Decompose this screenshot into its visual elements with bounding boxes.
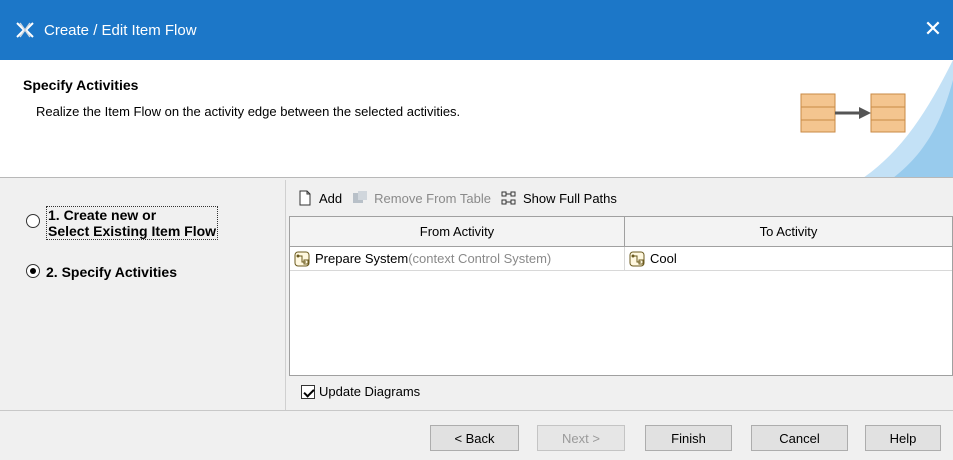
step-label-1: 1. Create new or Select Existing Item Fl… [46,206,219,240]
steps-panel: 1. Create new or Select Existing Item Fl… [0,180,286,410]
from-activity-context: (context Control System) [408,251,552,266]
title-bar: Create / Edit Item Flow ✕ [0,0,953,60]
help-button[interactable]: Help [865,425,941,451]
cancel-button[interactable]: Cancel [751,425,848,451]
activity-flow-icon [800,60,953,177]
remove-row-icon [353,191,368,203]
step-label-1-line2: Select Existing Item Flow [48,223,217,239]
wizard-header: Specify Activities Realize the Item Flow… [0,60,953,178]
step-radio-1[interactable] [26,214,40,228]
new-document-icon [299,190,311,206]
step-label-1-line1: 1. Create new or [48,207,157,223]
to-activity-name: Cool [649,251,677,266]
remove-label: Remove From Table [374,190,491,206]
tree-paths-icon [501,191,516,205]
table-header: From Activity To Activity [290,217,952,247]
content-panel: Add Remove From Table Show Full Paths Fr… [287,180,953,410]
remove-from-table-button[interactable]: Remove From Table [352,190,491,206]
page-title: Specify Activities [23,77,139,93]
update-diagrams-checkbox[interactable] [301,384,315,399]
close-button[interactable]: ✕ [913,14,953,44]
button-bar: < Back Next > Finish Cancel Help [0,410,953,460]
update-diagrams-label: Update Diagrams [319,384,421,399]
table-toolbar: Add Remove From Table Show Full Paths [287,186,617,210]
update-diagrams-option[interactable]: Update Diagrams [301,384,420,399]
step-create-item-flow[interactable]: 1. Create new or Select Existing Item Fl… [26,206,219,240]
from-activity-cell[interactable]: Prepare System (context Control System) [290,247,625,270]
column-header-from[interactable]: From Activity [290,217,625,246]
table-row[interactable]: Prepare System (context Control System) … [290,247,952,271]
page-description: Realize the Item Flow on the activity ed… [36,104,461,119]
back-button[interactable]: < Back [430,425,519,451]
finish-button[interactable]: Finish [645,425,732,451]
step-radio-2[interactable] [26,264,40,278]
magicdraw-icon [16,22,34,38]
from-activity-name: Prepare System [315,251,409,266]
activity-icon [294,251,310,266]
step-specify-activities[interactable]: 2. Specify Activities [26,264,177,280]
add-label: Add [319,190,343,206]
activity-icon [629,251,645,266]
to-activity-cell[interactable]: Cool [625,247,952,270]
show-paths-label: Show Full Paths [522,190,617,206]
column-header-to[interactable]: To Activity [625,217,952,246]
add-button[interactable]: Add [297,190,342,206]
next-button[interactable]: Next > [537,425,625,451]
show-full-paths-button[interactable]: Show Full Paths [501,190,617,206]
step-label-2: 2. Specify Activities [46,264,177,280]
window-title: Create / Edit Item Flow [44,22,197,39]
activities-table: From Activity To Activity Prepare System… [289,216,953,376]
